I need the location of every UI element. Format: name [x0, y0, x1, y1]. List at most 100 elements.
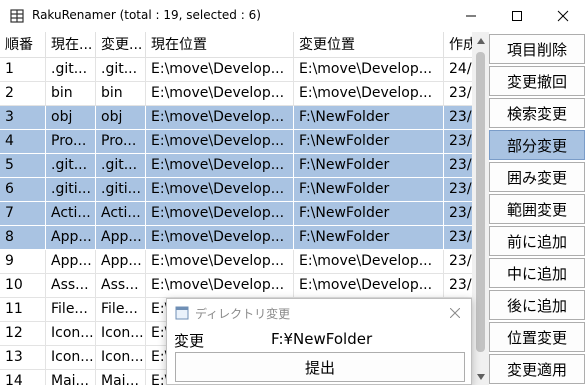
arrow-down-icon [476, 373, 485, 380]
table-row[interactable]: 8 App... App... E:\move\Develop... F:\NewFol… [0, 226, 488, 250]
column-header-new-location[interactable]: 変更位置 [294, 32, 444, 58]
action-button[interactable]: 前に追加 [489, 226, 585, 256]
table-cell: 13 [0, 346, 46, 370]
table-row[interactable]: 5 .git... .git... E:\move\Develop... F:\NewF… [0, 154, 488, 178]
table-cell: File... [96, 298, 146, 322]
table-cell: 14 [0, 370, 46, 385]
table-row[interactable]: 10 Ass... Ass... E:\move\Develop... E:\move\… [0, 274, 488, 298]
table-cell: obj [96, 106, 146, 130]
action-button[interactable]: 中に追加 [489, 258, 585, 288]
table-cell: Ass... [46, 274, 96, 298]
arrow-up-icon [476, 37, 485, 44]
action-button[interactable]: 項目削除 [489, 34, 585, 64]
directory-change-dialog: ディレクトリ変更 変更 F:¥NewFolder 提出 [166, 298, 472, 385]
table-cell: Pro... [96, 130, 146, 154]
table-cell: .git... [96, 154, 146, 178]
column-header-current-location[interactable]: 現在位置 [146, 32, 294, 58]
table-cell: App... [96, 250, 146, 274]
minimize-icon [466, 15, 476, 17]
table-cell: E:\move\Develop... [146, 106, 294, 130]
table-cell: 5 [0, 154, 46, 178]
table-cell: E:\move\Develop... [146, 58, 294, 82]
table-row[interactable]: 2 bin bin E:\move\Develop... E:\move\Develop… [0, 82, 488, 106]
table-cell: E:\move\Develop... [146, 130, 294, 154]
table-cell: 10 [0, 274, 46, 298]
table-cell: E:\move\Develop... [146, 154, 294, 178]
table-cell: 2 [0, 82, 46, 106]
table-cell: App... [46, 226, 96, 250]
table-row[interactable]: 7 Acti... Acti... E:\move\Develop... F:\NewF… [0, 202, 488, 226]
action-button[interactable]: 変更適用 [489, 354, 585, 384]
table-cell: App... [46, 250, 96, 274]
column-header-current-name[interactable]: 現在... [46, 32, 96, 58]
action-button[interactable]: 囲み変更 [489, 162, 585, 192]
action-button[interactable]: 後に追加 [489, 290, 585, 320]
table-cell: Ass... [96, 274, 146, 298]
table-cell: obj [46, 106, 96, 130]
table-cell: E:\move\Develop... [294, 82, 444, 106]
close-button[interactable] [540, 0, 586, 32]
window-title: RakuRenamer (total : 19, selected : 6) [32, 8, 261, 22]
scroll-up-button[interactable] [472, 32, 489, 49]
table-cell: bin [46, 82, 96, 106]
table-cell: F:\NewFolder [294, 106, 444, 130]
action-button[interactable]: 部分変更 [489, 130, 585, 160]
table-cell: Icon... [46, 322, 96, 346]
table-cell: F:\NewFolder [294, 178, 444, 202]
grid-header: 順番 現在... 変更... 現在位置 変更位置 作成 [0, 32, 488, 58]
dialog-field-label: 変更 [174, 332, 205, 350]
table-cell: .git... [46, 154, 96, 178]
table-cell: E:\move\Develop... [146, 250, 294, 274]
table-cell: Pro... [46, 130, 96, 154]
dialog-close-button[interactable] [445, 303, 465, 323]
table-cell: Acti... [46, 202, 96, 226]
action-button[interactable]: 範囲変更 [489, 194, 585, 224]
maximize-button[interactable] [494, 0, 540, 32]
table-row[interactable]: 6 .giti... .giti... E:\move\Develop... F:\Ne… [0, 178, 488, 202]
table-cell: 1 [0, 58, 46, 82]
table-cell: Mai... [46, 370, 96, 385]
action-button-panel: 項目削除 変更撤回 検索変更 部分変更 囲み変更 範囲変更 前に追加 中に追加 後に追加 位置変更… [489, 32, 586, 385]
grid-app-icon [10, 9, 24, 23]
close-icon [450, 308, 460, 318]
title-bar: RakuRenamer (total : 19, selected : 6) [0, 0, 586, 32]
table-cell: Mai... [96, 370, 146, 385]
action-button[interactable]: 位置変更 [489, 322, 585, 352]
table-cell: 6 [0, 178, 46, 202]
column-header-order[interactable]: 順番 [0, 32, 46, 58]
vertical-scrollbar[interactable] [472, 32, 489, 385]
table-cell: bin [96, 82, 146, 106]
dialog-path-value[interactable]: F:¥NewFolder [271, 330, 372, 348]
table-row[interactable]: 4 Pro... Pro... E:\move\Develop... F:\NewFol… [0, 130, 488, 154]
table-row[interactable]: 9 App... App... E:\move\Develop... E:\move\D… [0, 250, 488, 274]
table-cell: F:\NewFolder [294, 154, 444, 178]
scroll-down-button[interactable] [472, 368, 489, 385]
dialog-title: ディレクトリ変更 [195, 307, 291, 321]
table-cell: .git... [46, 58, 96, 82]
table-cell: Icon... [96, 322, 146, 346]
table-cell: F:\NewFolder [294, 226, 444, 250]
table-cell: E:\move\Develop... [146, 274, 294, 298]
maximize-icon [512, 11, 522, 21]
table-cell: 4 [0, 130, 46, 154]
table-cell: Acti... [96, 202, 146, 226]
table-cell: E:\move\Develop... [294, 58, 444, 82]
scroll-thumb[interactable] [476, 52, 485, 352]
table-cell: Icon... [46, 346, 96, 370]
action-button[interactable]: 検索変更 [489, 98, 585, 128]
action-button[interactable]: 変更撤回 [489, 66, 585, 96]
table-cell: 12 [0, 322, 46, 346]
table-cell: E:\move\Develop... [294, 274, 444, 298]
table-cell: File... [46, 298, 96, 322]
table-cell: 7 [0, 202, 46, 226]
table-row[interactable]: 1 .git... .git... E:\move\Develop... E:\move… [0, 58, 488, 82]
table-cell: 8 [0, 226, 46, 250]
table-row[interactable]: 3 obj obj E:\move\Develop... F:\NewFolder 23/ [0, 106, 488, 130]
table-cell: E:\move\Develop... [146, 202, 294, 226]
window-icon [175, 306, 189, 320]
column-header-new-name[interactable]: 変更... [96, 32, 146, 58]
submit-button[interactable]: 提出 [175, 352, 465, 382]
minimize-button[interactable] [448, 0, 494, 32]
close-icon [557, 10, 569, 22]
table-cell: .git... [96, 58, 146, 82]
